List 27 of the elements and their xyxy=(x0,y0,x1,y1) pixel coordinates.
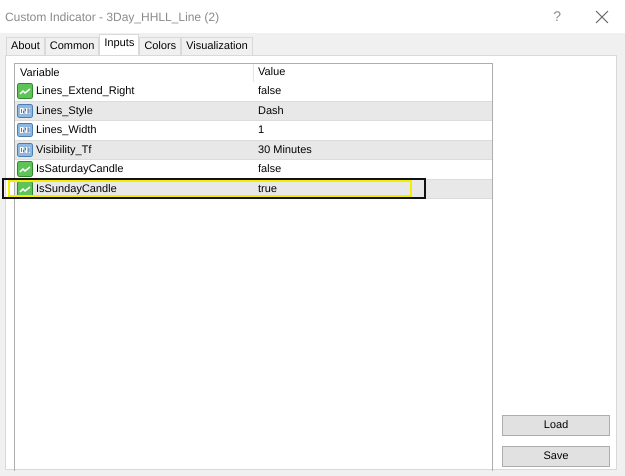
table-cell-text: Lines_Extend_Right xyxy=(36,84,134,99)
tab[interactable]: Common xyxy=(44,37,100,55)
tab[interactable]: Visualization xyxy=(181,37,253,55)
tab[interactable]: Inputs xyxy=(99,34,140,55)
line-chart-icon xyxy=(17,161,33,178)
tab[interactable]: About xyxy=(6,37,45,55)
table-cell-text: false xyxy=(257,162,282,177)
numeric-icon xyxy=(17,142,33,158)
table-cell-text: Lines_Style xyxy=(36,104,93,118)
table-cell-text: Lines_Width xyxy=(36,123,97,138)
numeric-icon xyxy=(17,102,33,119)
column-header: Value xyxy=(257,65,286,80)
table-cell-text: false xyxy=(257,84,282,99)
column-header: Variable xyxy=(15,64,254,82)
table-cell-text: 30 Minutes xyxy=(257,142,312,158)
table-cell-text: Dash xyxy=(257,104,284,118)
dialog-button[interactable]: Save xyxy=(502,446,610,467)
window-title: Custom Indicator - 3Day_HHLL_Line (2) xyxy=(5,8,220,26)
numeric-icon xyxy=(17,122,33,138)
table-cell-text: true xyxy=(257,182,277,196)
dialog-button[interactable]: Load xyxy=(502,415,610,436)
table-cell-text: IsSundayCandle xyxy=(36,182,117,196)
table-cell-text: Visibility_Tf xyxy=(36,142,92,158)
tab[interactable]: Colors xyxy=(139,37,182,55)
table-cell-text: IsSaturdayCandle xyxy=(36,162,124,177)
table-cell-text: 1 xyxy=(257,123,264,138)
close-icon[interactable] xyxy=(595,10,609,24)
